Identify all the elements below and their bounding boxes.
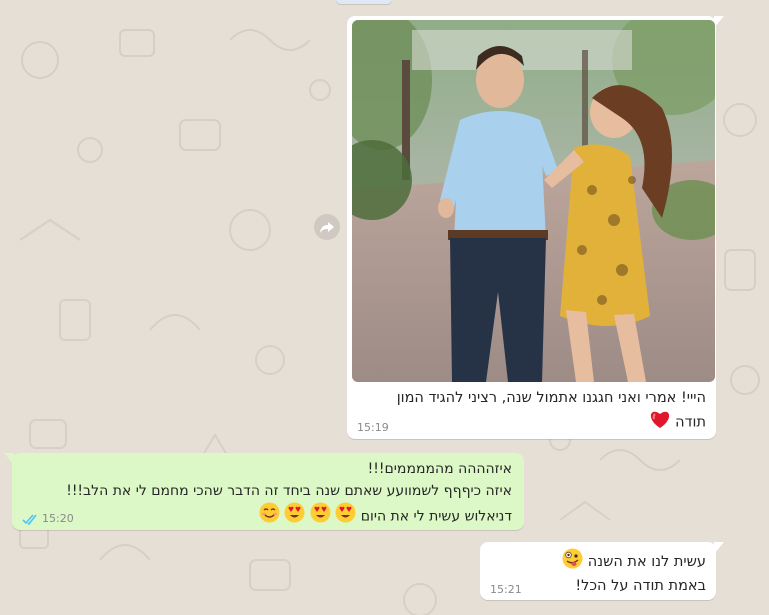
bubble-tail xyxy=(714,542,724,554)
forward-button[interactable] xyxy=(314,214,340,240)
last-message-bubble[interactable]: עשית לנו את השנה באמת תודה על הכל! 15:21 xyxy=(480,542,724,600)
caption-line-1: הייי! אמרי ואני חגגנו אתמול שנה, רציני ל… xyxy=(396,390,706,406)
message-time: 15:19 xyxy=(357,421,389,434)
red-heart-icon xyxy=(649,409,671,436)
caption-line-2-text: תודה xyxy=(675,414,706,431)
photo-message-bubble[interactable]: הייי! אמרי ואני חגגנו אתמול שנה, רציני ל… xyxy=(347,16,724,439)
heart-eyes-icon xyxy=(335,502,356,531)
read-receipt-icon xyxy=(22,511,40,530)
couple-photo-illustration xyxy=(352,20,715,382)
reply-line-3: דניאלוש עשית לי את היום xyxy=(12,502,512,531)
bubble-tail xyxy=(714,16,724,28)
zany-face-icon xyxy=(562,548,583,576)
heart-eyes-icon xyxy=(310,502,331,531)
caption-line-2: תודה xyxy=(356,409,706,436)
last-line-1-text: עשית לנו את השנה xyxy=(587,554,706,570)
reply-line-3-text: דניאלוש עשית לי את היום xyxy=(360,508,512,525)
reply-message-bubble[interactable]: איזהההה מהממממים!!! איזה כיףףף לשמוועע ש… xyxy=(4,453,524,531)
photo-caption: הייי! אמרי ואני חגגנו אתמול שנה, רציני ל… xyxy=(356,388,706,436)
message-time: 15:20 xyxy=(42,512,74,525)
last-line-1: עשית לנו את השנה xyxy=(486,548,706,576)
reply-message-text: איזהההה מהממממים!!! איזה כיףףף לשמוועע ש… xyxy=(12,459,512,531)
forward-icon xyxy=(320,222,334,233)
shared-photo[interactable] xyxy=(352,20,715,382)
reply-line-1: איזהההה מהממממים!!! xyxy=(367,461,512,477)
heart-eyes-icon xyxy=(284,502,305,531)
message-time: 15:21 xyxy=(490,583,522,596)
smiling-face-icon xyxy=(259,502,280,531)
reply-line-2: איזה כיףףף לשמוועע שאתם שנה ביחד זה הדבר… xyxy=(66,482,512,499)
previous-message-edge xyxy=(336,0,392,4)
